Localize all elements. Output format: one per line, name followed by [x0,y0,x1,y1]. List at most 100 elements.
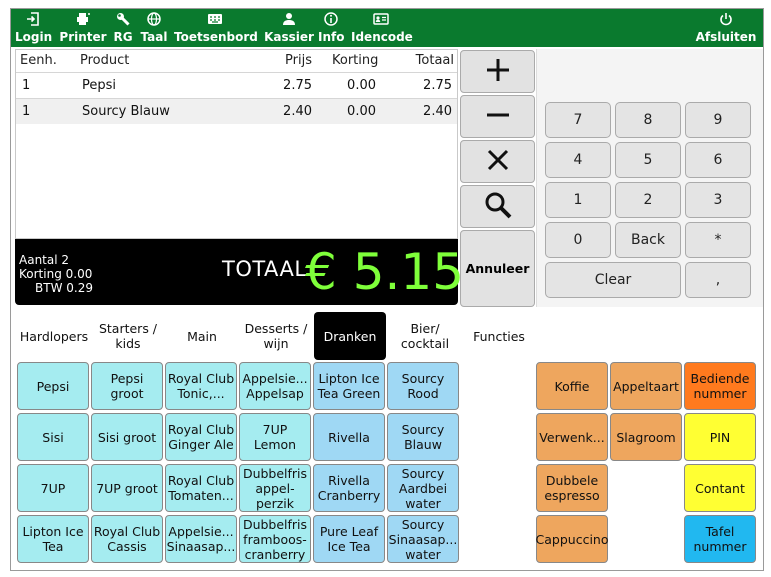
aantal-label: Aantal 2 [19,253,70,267]
product-pepsi[interactable]: Pepsi [17,362,89,410]
product-royal-club-cassis[interactable]: Royal Club Cassis [91,515,163,563]
cell-korting: 0.00 [347,78,376,93]
product-royal-club-tonic[interactable]: Royal Club Tonic,... [165,362,237,410]
keyboard-icon [174,12,256,30]
key-9[interactable]: 9 [685,102,751,138]
key-1[interactable]: 1 [545,182,611,218]
function-koffie[interactable]: Koffie [536,362,608,410]
afsluiten-button[interactable]: Afsluiten [695,9,757,47]
kassier-button[interactable]: Kassier [263,9,315,47]
cell-eenh: 1 [22,104,31,119]
contant-button[interactable]: Contant [684,464,756,512]
annuleer-button[interactable]: Annuleer [460,230,535,307]
order-row[interactable]: 1 Sourcy Blauw 2.40 0.00 2.40 [16,98,457,124]
cell-product: Sourcy Blauw [82,104,170,119]
product-sisi[interactable]: Sisi [17,413,89,461]
product-pepsi-groot[interactable]: Pepsi groot [91,362,163,410]
product-sourcy-aardbei-water[interactable]: Sourcy Aardbei water [387,464,459,512]
product-rivella[interactable]: Rivella [313,413,385,461]
order-table: Eenh. Product Prijs Korting Totaal 1 Pep… [15,49,458,239]
delete-line-button[interactable] [460,140,535,183]
login-button[interactable]: Login [15,9,52,47]
product-7up-groot[interactable]: 7UP groot [91,464,163,512]
key-back[interactable]: Back [615,222,681,258]
toolbar: Login Printer RG Taal Toetsenbord Kassie… [11,9,763,47]
cell-eenh: 1 [22,78,31,93]
pos-window: Login Printer RG Taal Toetsenbord Kassie… [10,8,764,571]
toetsenbord-button[interactable]: Toetsenbord [174,9,258,47]
key-8[interactable]: 8 [615,102,681,138]
product-sourcy-rood[interactable]: Sourcy Rood [387,362,459,410]
add-quantity-button[interactable] [460,50,535,93]
rg-button[interactable]: RG [111,9,135,47]
search-icon [484,191,512,223]
product-7up[interactable]: 7UP [17,464,89,512]
keypad: 7 8 9 4 5 6 1 2 3 0 Back * Clear , [536,49,763,307]
pin-button[interactable]: PIN [684,413,756,461]
globe-icon [139,12,169,30]
product-sisi-groot[interactable]: Sisi groot [91,413,163,461]
tab-dranken[interactable]: Dranken [314,312,386,360]
tab-hardlopers[interactable]: Hardlopers [15,312,93,360]
product-dubbelfris-appel-perzik[interactable]: Dubbelfris appel-perzik [239,464,311,512]
product-appelsie-appelsap[interactable]: Appelsie... Appelsap [239,362,311,410]
tab-starters[interactable]: Starters / kids [93,312,163,360]
cell-product: Pepsi [82,78,117,93]
product-7up-lemon[interactable]: 7UP Lemon [239,413,311,461]
tab-functies[interactable]: Functies [463,312,535,360]
id-card-icon [351,12,411,30]
product-rivella-cranberry[interactable]: Rivella Cranberry [313,464,385,512]
key-4[interactable]: 4 [545,142,611,178]
key-3[interactable]: 3 [685,182,751,218]
info-button[interactable]: Info [318,9,344,47]
function-verwenk[interactable]: Verwenk... [536,413,608,461]
key-7[interactable]: 7 [545,102,611,138]
key-comma[interactable]: , [685,262,751,298]
cell-korting: 0.00 [347,104,376,119]
column-header-prijs: Prijs [285,53,312,68]
close-icon [485,147,511,177]
idencode-button[interactable]: Idencode [351,9,413,47]
key-star[interactable]: * [685,222,751,258]
product-royal-club-tomaten[interactable]: Royal Club Tomaten... [165,464,237,512]
key-0[interactable]: 0 [545,222,611,258]
tab-main[interactable]: Main [167,312,237,360]
key-2[interactable]: 2 [615,182,681,218]
function-dubbele-espresso[interactable]: Dubbele espresso [536,464,608,512]
minus-icon [485,102,511,132]
key-clear[interactable]: Clear [545,262,681,298]
order-row[interactable]: 1 Pepsi 2.75 0.00 2.75 [16,72,457,98]
key-6[interactable]: 6 [685,142,751,178]
product-pure-leaf-ice-tea[interactable]: Pure Leaf Ice Tea [313,515,385,563]
key-5[interactable]: 5 [615,142,681,178]
tafel-nummer-button[interactable]: Tafel nummer [684,515,756,563]
product-sourcy-blauw[interactable]: Sourcy Blauw [387,413,459,461]
total-bar: Aantal 2 Korting 0.00 BTW 0.29 TOTAAL € … [15,239,464,305]
function-slagroom[interactable]: Slagroom [610,413,682,461]
column-header-totaal: Totaal [415,53,454,68]
totaal-amount: € 5.15 [305,243,465,301]
bediende-nummer-button[interactable]: Bediende nummer [684,362,756,410]
product-lipton-ice-tea[interactable]: Lipton Ice Tea [17,515,89,563]
cell-totaal: 2.75 [423,78,452,93]
printer-button[interactable]: Printer [59,9,107,47]
search-button[interactable] [460,185,535,228]
product-royal-club-ginger-ale[interactable]: Royal Club Ginger Ale [165,413,237,461]
function-appeltaart[interactable]: Appeltaart [610,362,682,410]
column-header-korting: Korting [332,53,379,68]
remove-quantity-button[interactable] [460,95,535,138]
product-sourcy-sinaasap-water[interactable]: Sourcy Sinaasap... water [387,515,459,563]
function-cappuccino[interactable]: Cappuccino [536,515,608,563]
product-dubbelfris-framboos-cranberry[interactable]: Dubbelfris framboos-cranberry [239,515,311,563]
wrench-icon [111,12,135,30]
product-lipton-ice-tea-green[interactable]: Lipton Ice Tea Green [313,362,385,410]
printer-icon [59,12,107,30]
taal-button[interactable]: Taal [139,9,169,47]
plus-icon [485,57,511,87]
tab-bier[interactable]: Bier/ cocktail [389,312,461,360]
tab-desserts[interactable]: Desserts / wijn [239,312,313,360]
login-icon [15,12,51,30]
product-appelsie-sinaasap[interactable]: Appelsie... Sinaasap... [165,515,237,563]
power-icon [695,12,757,30]
totaal-label: TOTAAL [222,257,307,281]
